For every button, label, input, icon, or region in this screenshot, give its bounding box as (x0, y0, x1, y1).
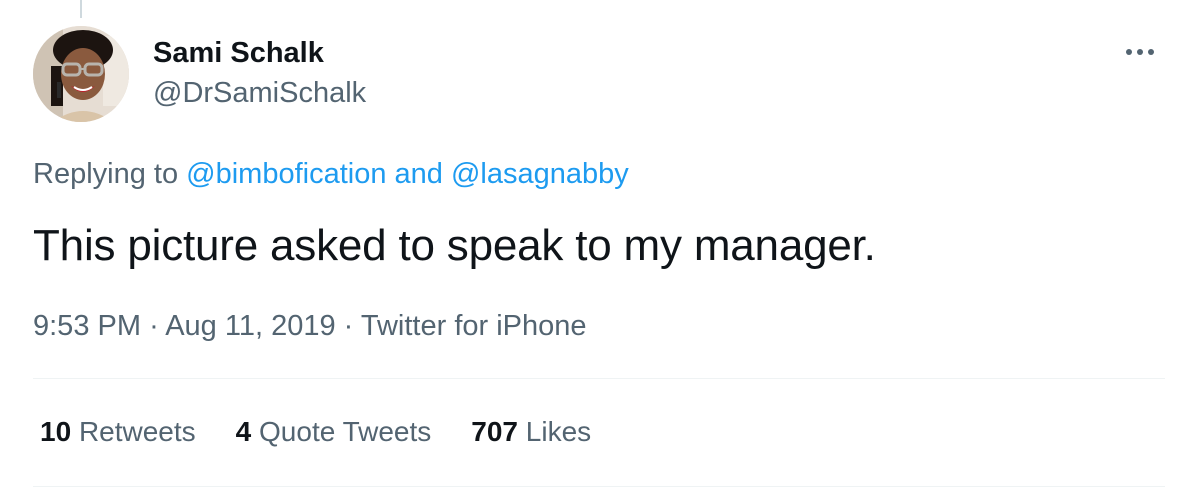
thread-connector-line (80, 0, 82, 18)
likes-label: Likes (525, 416, 592, 447)
mention-link-lasagnabby[interactable]: @lasagnabby (451, 158, 629, 190)
tweet-date[interactable]: Aug 11, 2019 (165, 310, 335, 342)
more-horizontal-icon (1126, 49, 1154, 55)
author-display-name[interactable]: Sami Schalk (153, 37, 324, 70)
likes-count: 707 (471, 416, 518, 447)
meta-separator: · (149, 310, 159, 342)
divider (33, 486, 1165, 487)
avatar-photo (33, 26, 129, 122)
avatar[interactable] (33, 26, 129, 122)
mention-link-bimbofication[interactable]: @bimbofication (186, 158, 386, 190)
likes-stat[interactable]: 707 Likes (471, 416, 591, 448)
retweets-count: 10 (40, 416, 72, 447)
tweet-source[interactable]: Twitter for iPhone (361, 310, 587, 342)
quote-tweets-label: Quote Tweets (259, 416, 432, 447)
quote-tweets-stat[interactable]: 4 Quote Tweets (236, 416, 432, 448)
divider (33, 378, 1165, 379)
more-options-button[interactable] (1118, 34, 1162, 70)
quote-tweets-count: 4 (235, 416, 252, 447)
retweets-label: Retweets (78, 416, 196, 447)
retweets-stat[interactable]: 10 Retweets (40, 416, 196, 448)
reply-prefix: Replying to (33, 158, 179, 190)
tweet-metadata: 9:53 PM · Aug 11, 2019 · Twitter for iPh… (33, 310, 587, 343)
reply-conjunction[interactable]: and (395, 158, 443, 190)
tweet-time[interactable]: 9:53 PM (33, 310, 141, 342)
tweet-stats: 10 Retweets 4 Quote Tweets 707 Likes (40, 416, 631, 448)
meta-separator: · (343, 310, 354, 342)
reply-context: Replying to @bimbofication and @lasagnab… (33, 158, 629, 191)
tweet-text: This picture asked to speak to my manage… (33, 221, 876, 270)
author-handle[interactable]: @DrSamiSchalk (153, 77, 366, 110)
